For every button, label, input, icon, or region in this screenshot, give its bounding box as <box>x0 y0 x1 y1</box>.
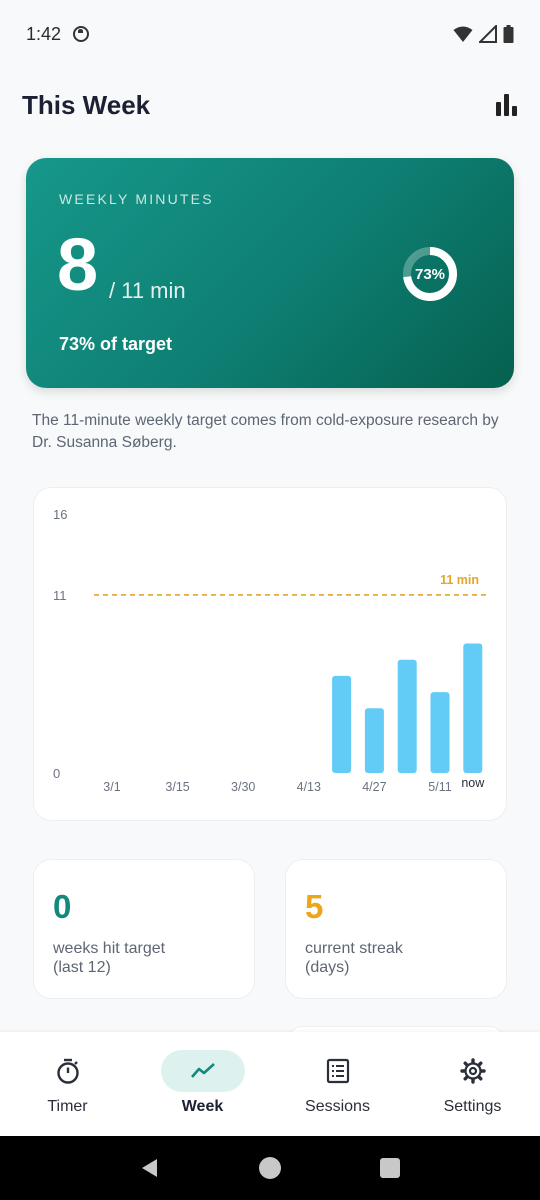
recents-icon[interactable] <box>379 1157 401 1179</box>
nav-label-week: Week <box>181 1098 224 1115</box>
stopwatch-icon <box>56 1058 79 1084</box>
chart-bar <box>463 643 483 773</box>
x-tick-label: 4/27 <box>362 780 386 794</box>
system-nav-bar <box>0 1136 540 1200</box>
percent-of-target: 73% of target <box>59 334 173 354</box>
chart-bar <box>332 675 352 773</box>
bar-chart-icon[interactable] <box>492 91 520 119</box>
trending-icon <box>190 1063 215 1078</box>
progress-donut-label: 73% <box>414 265 446 283</box>
x-tick-label: 3/15 <box>165 780 189 794</box>
target-reference-label: 11 min <box>440 573 479 587</box>
chart-bar <box>430 692 450 773</box>
status-time: 1:42 <box>26 23 62 44</box>
nav-label-sessions: Sessions <box>305 1098 370 1115</box>
status-bar: 1:42 <box>0 0 540 68</box>
bottom-nav: Timer Week Sessions Settings <box>0 1032 540 1136</box>
battery-icon <box>503 25 514 43</box>
chart-bar <box>364 708 384 773</box>
nav-item-timer[interactable]: Timer <box>0 1032 135 1136</box>
chart-bar <box>397 659 417 773</box>
weekly-minutes-card: WEEKLY MINUTES 8 / 11 min 73% 73% of tar… <box>26 158 514 388</box>
weeks-hit-target-card: 0 weeks hit target (last 12) <box>33 859 255 999</box>
y-tick-label: 0 <box>53 766 60 781</box>
x-tick-label: 4/13 <box>297 780 321 794</box>
nav-item-week[interactable]: Week <box>135 1032 270 1136</box>
weeks-hit-target-sub: (last 12) <box>53 959 111 976</box>
cell-signal-icon <box>479 25 497 43</box>
weeks-hit-target-value: 0 <box>53 888 72 925</box>
nav-item-settings[interactable]: Settings <box>405 1032 540 1136</box>
x-tick-label: 3/1 <box>103 780 120 794</box>
nav-label-settings: Settings <box>443 1098 502 1115</box>
y-tick-label: 11 <box>53 588 67 603</box>
weeks-hit-target-label: weeks hit target <box>53 940 166 957</box>
header: This Week <box>22 80 520 130</box>
nav-label-timer: Timer <box>47 1098 88 1115</box>
weekly-chart-card: 16 11 0 11 min 3/1 3/15 3/30 4/13 4/27 5/11 now <box>33 487 507 821</box>
home-icon[interactable] <box>258 1156 282 1180</box>
current-streak-label: current streak <box>305 940 403 957</box>
x-tick-label: 5/11 <box>428 780 451 794</box>
current-streak-card: 5 current streak (days) <box>285 859 507 999</box>
nav-item-sessions[interactable]: Sessions <box>270 1032 405 1136</box>
x-tick-label: now <box>461 776 485 790</box>
current-streak-value: 5 <box>305 888 324 925</box>
weekly-minutes-value: 8 <box>57 223 99 306</box>
weekly-minutes-label: WEEKLY MINUTES <box>59 191 214 207</box>
list-icon <box>326 1058 349 1084</box>
weekly-target: / 11 min <box>109 278 186 303</box>
current-streak-sub: (days) <box>305 959 350 976</box>
wifi-icon <box>453 26 473 42</box>
weekly-bar-chart: 16 11 0 11 min 3/1 3/15 3/30 4/13 4/27 5/11 now <box>53 507 489 794</box>
app-notification-icon <box>73 26 90 42</box>
research-note: The 11-minute weekly target comes from c… <box>32 412 499 451</box>
x-tick-label: 3/30 <box>231 780 255 794</box>
y-tick-label: 16 <box>53 507 67 522</box>
status-icons <box>453 25 514 43</box>
page-title: This Week <box>22 89 151 120</box>
gear-icon <box>459 1058 486 1084</box>
back-icon[interactable] <box>139 1157 161 1179</box>
